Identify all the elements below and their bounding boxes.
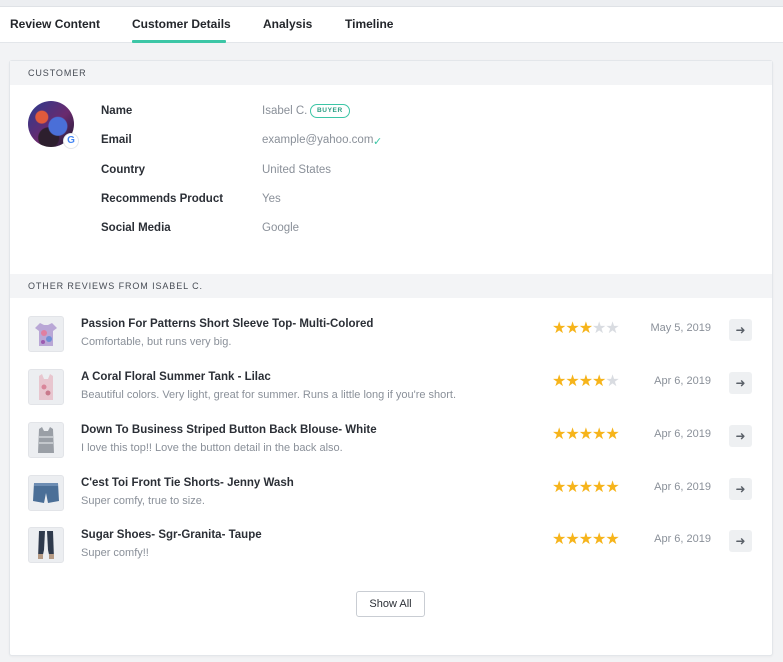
customer-details-card: CUSTOMER G Name Isabel C. BUYER Email ex… xyxy=(9,60,773,656)
review-text: I love this top!! Love the button detail… xyxy=(81,442,343,454)
product-thumbnail xyxy=(28,527,64,563)
star-filled-icon: ★ xyxy=(578,479,593,496)
arrow-right-icon[interactable]: ➜ xyxy=(729,372,752,394)
review-product-title[interactable]: Down To Business Striped Button Back Blo… xyxy=(81,424,377,436)
social-media-label: Social Media xyxy=(101,222,171,234)
arrow-right-icon[interactable]: ➜ xyxy=(729,478,752,500)
other-reviews-section-title: OTHER REVIEWS FROM ISABEL C. xyxy=(28,281,203,291)
review-product-title[interactable]: A Coral Floral Summer Tank - Lilac xyxy=(81,371,271,383)
star-empty-icon: ★ xyxy=(605,320,619,337)
review-text: Super comfy, true to size. xyxy=(81,495,205,507)
star-filled-icon: ★ xyxy=(578,373,593,390)
review-date: May 5, 2019 xyxy=(650,322,711,334)
star-filled-icon: ★ xyxy=(565,426,579,443)
other-reviews-section-header: OTHER REVIEWS FROM ISABEL C. xyxy=(10,274,772,298)
star-filled-icon: ★ xyxy=(592,426,606,443)
recommends-product-value: Yes xyxy=(262,193,281,205)
email-value: example@yahoo.com xyxy=(262,134,374,146)
review-date: Apr 6, 2019 xyxy=(654,481,711,493)
review-row[interactable]: Sugar Shoes- Sgr-Granita- Taupe Super co… xyxy=(10,527,772,579)
verified-check-icon: ✓ xyxy=(373,136,383,148)
star-empty-icon: ★ xyxy=(592,320,606,337)
star-filled-icon: ★ xyxy=(552,320,566,337)
review-text: Comfortable, but runs very big. xyxy=(81,336,232,348)
star-filled-icon: ★ xyxy=(605,479,619,496)
review-date: Apr 6, 2019 xyxy=(654,428,711,440)
review-product-title[interactable]: Sugar Shoes- Sgr-Granita- Taupe xyxy=(81,529,262,541)
recommends-product-label: Recommends Product xyxy=(101,193,224,205)
star-filled-icon: ★ xyxy=(552,531,566,548)
arrow-right-icon[interactable]: ➜ xyxy=(729,319,752,341)
star-filled-icon: ★ xyxy=(578,531,593,548)
star-filled-icon: ★ xyxy=(605,531,619,548)
review-row[interactable]: C'est Toi Front Tie Shorts- Jenny Wash S… xyxy=(10,475,772,527)
customer-section-header: CUSTOMER xyxy=(10,61,772,85)
product-thumbnail xyxy=(28,369,64,405)
star-empty-icon: ★ xyxy=(605,373,619,390)
review-row[interactable]: Passion For Patterns Short Sleeve Top- M… xyxy=(10,316,772,368)
star-filled-icon: ★ xyxy=(552,479,566,496)
star-filled-icon: ★ xyxy=(565,320,579,337)
star-filled-icon: ★ xyxy=(578,320,593,337)
star-rating: ★★★★★ xyxy=(552,320,620,337)
product-thumbnail xyxy=(28,422,64,458)
top-strip xyxy=(0,0,783,7)
tab-timeline[interactable]: Timeline xyxy=(345,17,393,31)
review-product-title[interactable]: Passion For Patterns Short Sleeve Top- M… xyxy=(81,318,373,330)
social-media-value: Google xyxy=(262,222,300,234)
arrow-right-icon[interactable]: ➜ xyxy=(729,425,752,447)
customer-section-title: CUSTOMER xyxy=(28,68,87,78)
star-rating: ★★★★★ xyxy=(552,531,620,548)
review-row[interactable]: Down To Business Striped Button Back Blo… xyxy=(10,422,772,474)
name-label: Name xyxy=(101,105,133,117)
star-rating: ★★★★★ xyxy=(552,426,620,443)
review-date: Apr 6, 2019 xyxy=(654,533,711,545)
star-filled-icon: ★ xyxy=(565,373,579,390)
star-filled-icon: ★ xyxy=(592,531,606,548)
product-thumbnail xyxy=(28,316,64,352)
review-product-title[interactable]: C'est Toi Front Tie Shorts- Jenny Wash xyxy=(81,477,294,489)
review-text: Beautiful colors. Very light, great for … xyxy=(81,389,457,401)
active-tab-indicator xyxy=(132,40,226,43)
country-label: Country xyxy=(101,164,146,176)
tab-customer-details[interactable]: Customer Details xyxy=(132,17,231,31)
star-filled-icon: ★ xyxy=(565,479,579,496)
buyer-badge: BUYER xyxy=(310,104,350,118)
star-filled-icon: ★ xyxy=(592,373,606,390)
star-filled-icon: ★ xyxy=(552,426,566,443)
review-row[interactable]: A Coral Floral Summer Tank - Lilac Beaut… xyxy=(10,369,772,421)
tab-review-content[interactable]: Review Content xyxy=(10,17,100,31)
star-filled-icon: ★ xyxy=(565,531,579,548)
tab-analysis[interactable]: Analysis xyxy=(263,17,312,31)
arrow-right-icon[interactable]: ➜ xyxy=(729,530,752,552)
review-text: Super comfy!! xyxy=(81,547,149,559)
show-all-button[interactable]: Show All xyxy=(356,591,425,617)
star-filled-icon: ★ xyxy=(552,373,566,390)
product-thumbnail xyxy=(28,475,64,511)
review-date: Apr 6, 2019 xyxy=(654,375,711,387)
star-filled-icon: ★ xyxy=(578,426,593,443)
email-label: Email xyxy=(101,134,132,146)
star-filled-icon: ★ xyxy=(605,426,619,443)
star-rating: ★★★★★ xyxy=(552,373,620,390)
google-icon: G xyxy=(64,134,78,148)
star-filled-icon: ★ xyxy=(592,479,606,496)
name-value: Isabel C. xyxy=(262,105,308,117)
tab-bar: Review Content Customer Details Analysis… xyxy=(0,7,783,43)
country-value: United States xyxy=(262,164,332,176)
star-rating: ★★★★★ xyxy=(552,479,620,496)
